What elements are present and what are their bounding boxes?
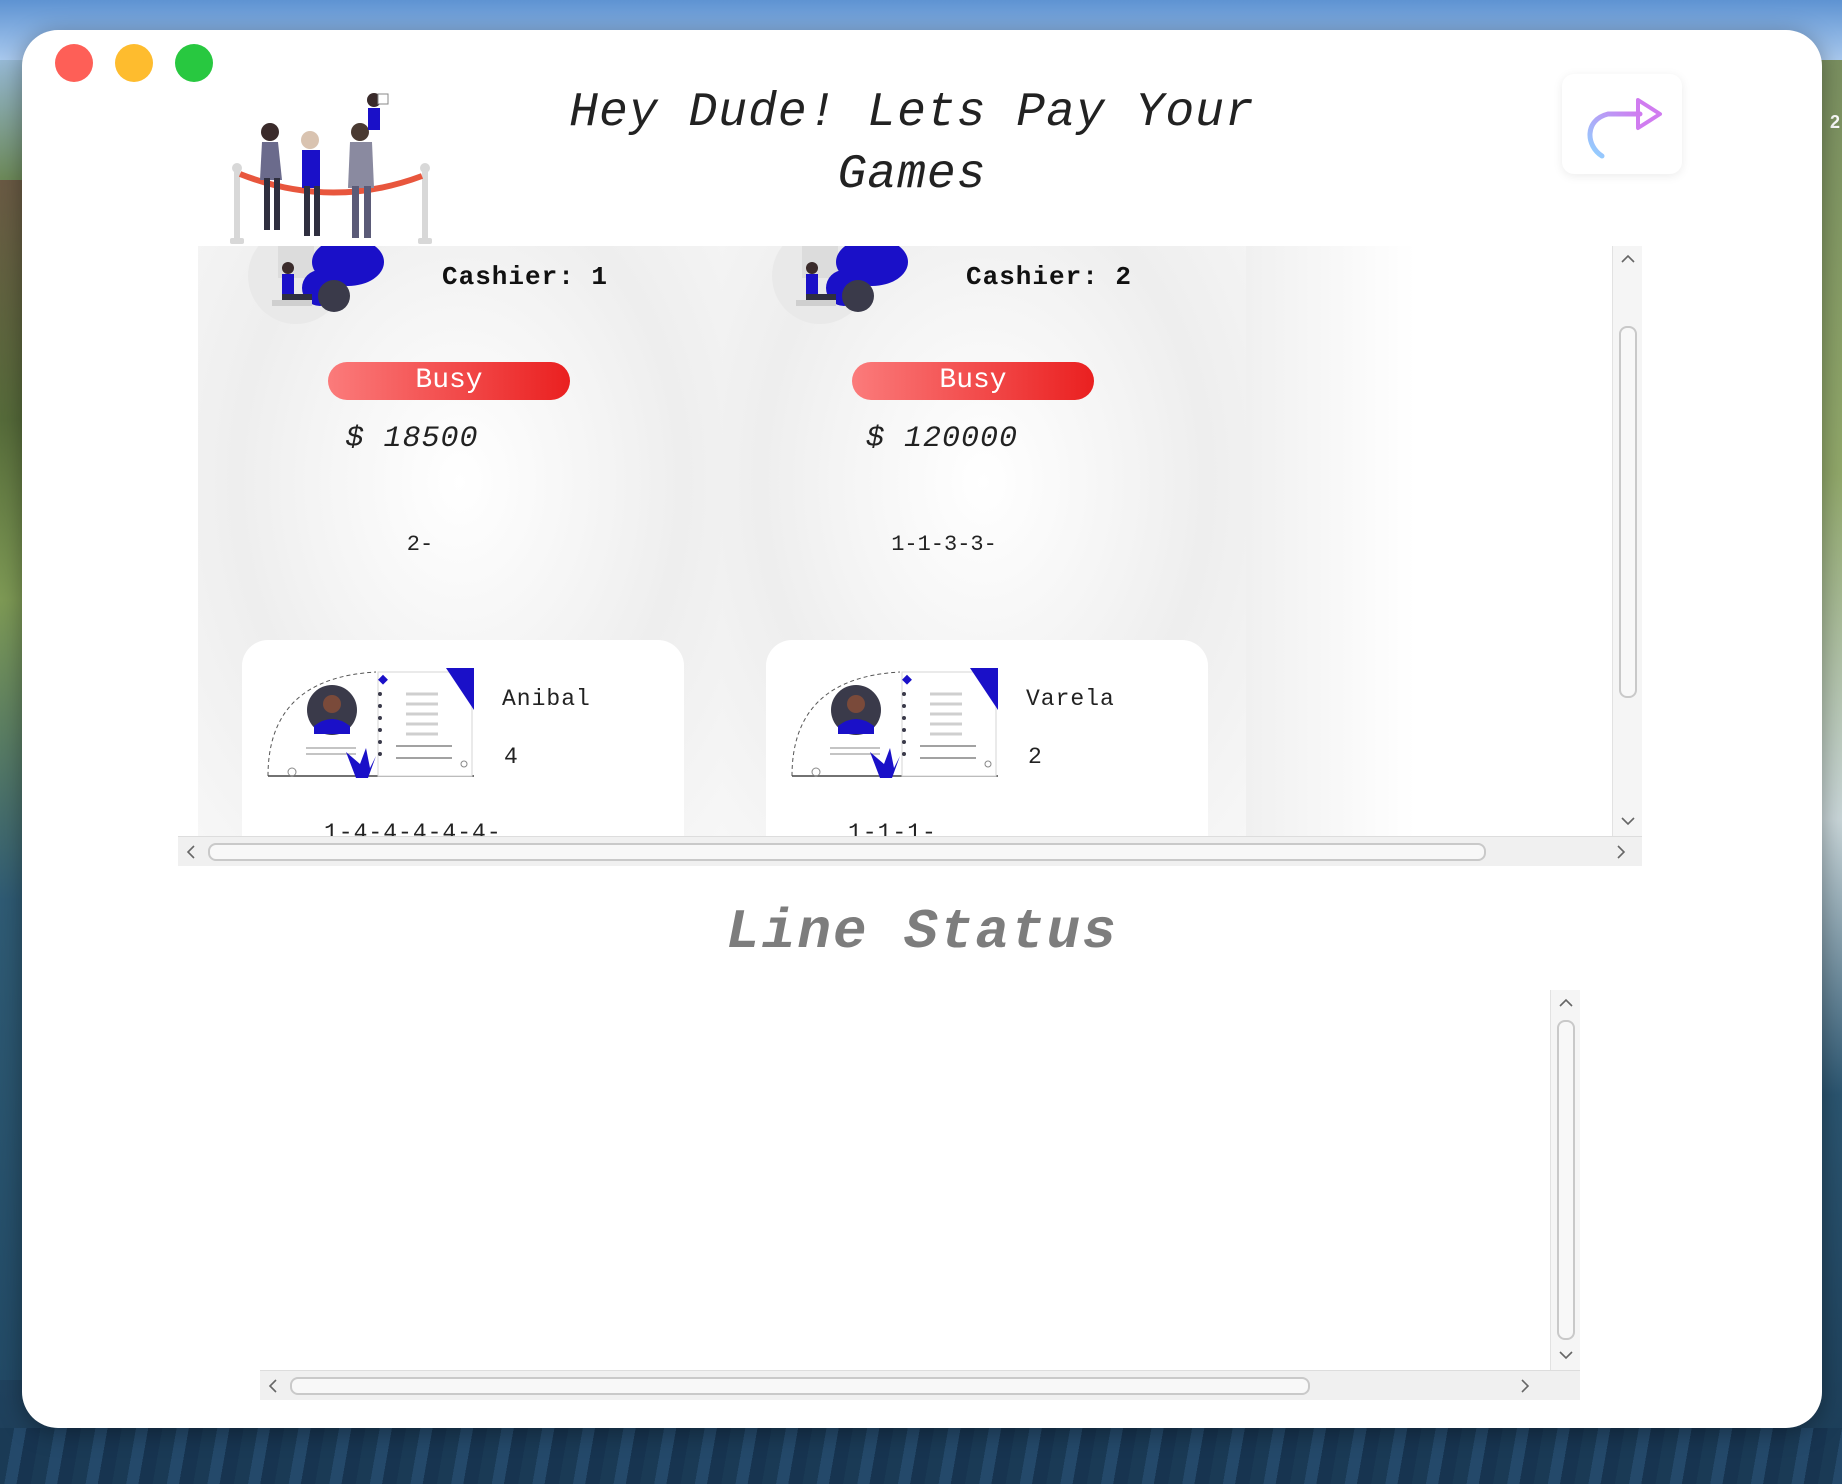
cashier-queue: 1-1-3-3-: [891, 532, 997, 557]
cashier-amount: $ 18500: [345, 422, 479, 456]
status-badge[interactable]: Busy: [852, 362, 1094, 400]
cashier-illustration: [772, 246, 922, 336]
line-status-panel[interactable]: [260, 990, 1580, 1400]
page-title-line-2: Games: [837, 148, 987, 202]
cashier-amount: $ 120000: [865, 422, 1019, 456]
line-horizontal-scroll-thumb[interactable]: [290, 1377, 1310, 1395]
scroll-up-arrow-icon[interactable]: [1557, 994, 1575, 1012]
line-status-title: Line Status: [726, 900, 1118, 964]
client-profile-illustration: [266, 668, 474, 778]
client-card[interactable]: Anibal 4 1-4-4-4-4-4-: [242, 640, 684, 836]
client-sequence: 1-4-4-4-4-4-: [324, 820, 502, 836]
app-window: Hey Dude! Lets Pay Your Games Cashier: 1…: [22, 30, 1822, 1428]
minimize-button[interactable]: [115, 44, 153, 82]
desktop-wallpaper-bottom: [0, 1428, 1842, 1484]
scroll-down-arrow-icon[interactable]: [1619, 812, 1637, 830]
cashier-vertical-scroll-thumb[interactable]: [1619, 326, 1637, 698]
scroll-left-arrow-icon[interactable]: [182, 843, 200, 861]
page-title: Hey Dude! Lets Pay Your Games: [542, 82, 1282, 206]
scroll-down-arrow-icon[interactable]: [1557, 1346, 1575, 1364]
cashier-illustration: [248, 246, 398, 336]
line-vertical-scrollbar[interactable]: [1550, 990, 1580, 1370]
cashier-queue: 2-: [406, 532, 434, 557]
desktop-edge-label: 2: [1829, 112, 1840, 132]
scroll-up-arrow-icon[interactable]: [1619, 250, 1637, 268]
cashier-column-empty: [1246, 246, 1416, 836]
cashier-scroll-panel[interactable]: Cashier: 1 Busy $ 18500 2- Anibal 4 1-4-…: [178, 246, 1642, 866]
client-profile-illustration: [790, 668, 998, 778]
cashier-horizontal-scroll-thumb[interactable]: [208, 843, 1486, 861]
client-count: 2: [1028, 744, 1042, 770]
scroll-left-arrow-icon[interactable]: [264, 1377, 282, 1395]
client-count: 4: [504, 744, 518, 770]
next-button[interactable]: [1562, 74, 1682, 174]
scroll-right-arrow-icon[interactable]: [1612, 843, 1630, 861]
status-badge[interactable]: Busy: [328, 362, 570, 400]
people-in-line-illustration: [226, 70, 442, 250]
cashier-viewport: Cashier: 1 Busy $ 18500 2- Anibal 4 1-4-…: [178, 246, 1612, 836]
cashier-horizontal-scrollbar[interactable]: [178, 836, 1642, 866]
page-title-line-1: Hey Dude! Lets Pay Your: [569, 86, 1255, 140]
client-sequence: 1-1-1-: [848, 820, 937, 836]
client-name: Anibal: [502, 686, 591, 712]
line-horizontal-scrollbar[interactable]: [260, 1370, 1580, 1400]
cashier-vertical-scrollbar[interactable]: [1612, 246, 1642, 836]
close-button[interactable]: [55, 44, 93, 82]
maximize-button[interactable]: [175, 44, 213, 82]
client-name: Varela: [1026, 686, 1115, 712]
cashier-column: Cashier: 1 Busy $ 18500 2- Anibal 4 1-4-…: [198, 246, 722, 836]
line-vertical-scroll-thumb[interactable]: [1557, 1020, 1575, 1340]
cashier-label: Cashier: 2: [966, 262, 1133, 292]
cashier-column: Cashier: 2 Busy $ 120000 1-1-3-3- Varela…: [722, 246, 1246, 836]
redo-arrow-icon: [1587, 98, 1662, 159]
client-card[interactable]: Varela 2 1-1-1-: [766, 640, 1208, 836]
scroll-right-arrow-icon[interactable]: [1516, 1377, 1534, 1395]
cashier-label: Cashier: 1: [442, 262, 609, 292]
